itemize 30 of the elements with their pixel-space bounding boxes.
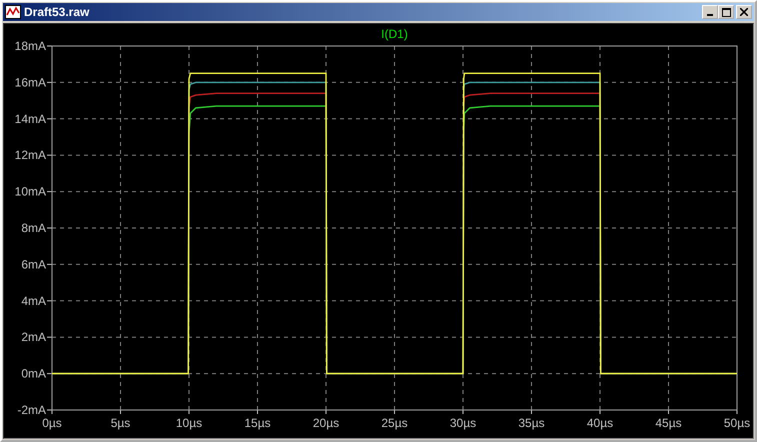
y-tick-label: 4mA [21, 294, 46, 308]
close-button[interactable] [736, 5, 752, 19]
x-tick-label: 40µs [586, 416, 614, 430]
waveform-icon [5, 5, 21, 19]
chart-title: I(D1) [381, 27, 408, 41]
x-tick-label: 0µs [42, 416, 62, 430]
x-tick-label: 20µs [312, 416, 340, 430]
x-tick-label: 5µs [110, 416, 130, 430]
y-tick-label: 14mA [14, 112, 46, 126]
y-tick-label: 8mA [21, 221, 46, 235]
y-tick-label: 0mA [21, 366, 46, 381]
window-title: Draft53.raw [24, 5, 90, 19]
x-tick-label: 45µs [655, 416, 682, 430]
y-tick-label: 6mA [21, 257, 46, 272]
x-tick-label: 30µs [450, 416, 476, 430]
y-tick-label: -2mA [17, 403, 46, 417]
x-tick-label: 15µs [244, 416, 271, 430]
x-tick-label: 50µs [724, 416, 750, 430]
close-icon [740, 8, 748, 16]
y-tick-label: 12mA [14, 148, 46, 162]
maximize-button[interactable] [718, 5, 734, 19]
y-tick-label: 10mA [14, 184, 46, 199]
minimize-button[interactable] [702, 5, 718, 19]
maximize-icon [722, 8, 730, 16]
x-tick-label: 25µs [381, 416, 408, 430]
x-tick-label: 35µs [518, 416, 545, 430]
x-tick-label: 10µs [176, 416, 202, 430]
y-tick-label: 2mA [21, 330, 46, 344]
y-tick-label: 16mA [14, 75, 46, 90]
y-tick-label: 18mA [14, 39, 46, 53]
